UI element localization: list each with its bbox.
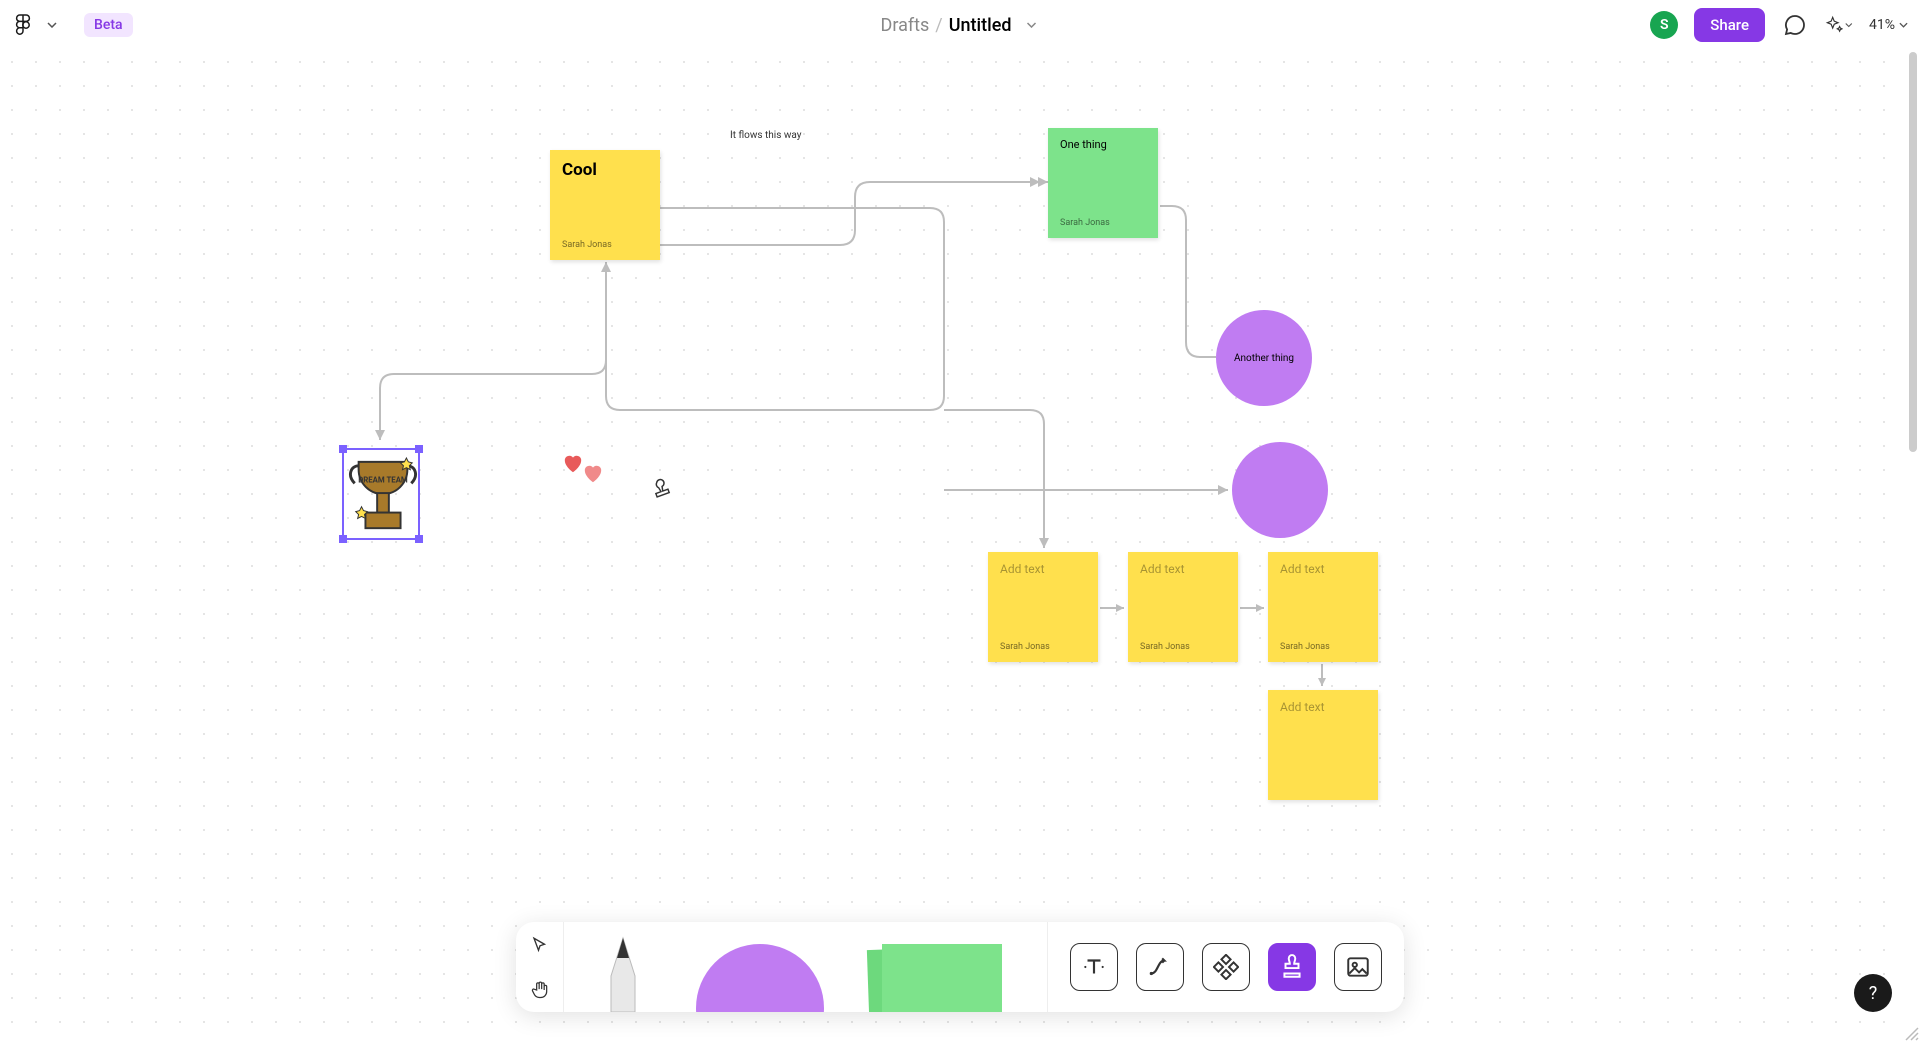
sticky-placeholder: Add text — [1280, 700, 1366, 714]
stamp-tool[interactable] — [1268, 943, 1316, 991]
sticky-author: Sarah Jonas — [1000, 642, 1086, 652]
avatar[interactable]: S — [1650, 11, 1678, 39]
vertical-scrollbar[interactable] — [1908, 52, 1918, 1040]
sticky-title: Cool — [562, 160, 648, 180]
resize-grip-icon[interactable] — [1902, 1024, 1920, 1042]
text-tool[interactable] — [1070, 943, 1118, 991]
stamp-trophy[interactable]: DREAM TEAM — [342, 448, 420, 540]
selection-handle[interactable] — [415, 535, 423, 543]
main-menu-chevron[interactable] — [44, 17, 60, 33]
canvas[interactable]: It flows this way Cool Sarah Jonas One t — [0, 50, 1906, 1042]
shape-tool[interactable] — [690, 936, 830, 1012]
toolbar-actions-section — [1048, 922, 1404, 1012]
zoom-control[interactable]: 41% — [1869, 17, 1908, 33]
shape-label: Another thing — [1234, 353, 1294, 364]
sticky-title: One thing — [1060, 138, 1146, 151]
hand-tool[interactable] — [516, 967, 563, 1012]
breadcrumb-separator: / — [935, 15, 942, 36]
header-left: Beta — [12, 13, 133, 37]
connector-label: It flows this way — [730, 129, 802, 141]
file-menu-chevron[interactable] — [1023, 17, 1039, 33]
figma-logo-icon[interactable] — [12, 14, 34, 36]
bottom-toolbar — [516, 922, 1404, 1012]
image-tool[interactable] — [1334, 943, 1382, 991]
file-name[interactable]: Untitled — [949, 15, 1012, 36]
stamp-heart[interactable] — [582, 464, 604, 488]
selection-handle[interactable] — [415, 445, 423, 453]
widgets-tool[interactable] — [1202, 943, 1250, 991]
svg-text:DREAM TEAM: DREAM TEAM — [358, 475, 408, 484]
select-tool[interactable] — [516, 922, 563, 967]
sticky-placeholder: Add text — [1280, 562, 1366, 576]
shape-another-thing[interactable]: Another thing — [1216, 310, 1312, 406]
share-button[interactable]: Share — [1694, 8, 1765, 42]
connector-tool[interactable] — [1136, 943, 1184, 991]
sticky-author: Sarah Jonas — [1140, 642, 1226, 652]
stamp-heart[interactable] — [562, 454, 584, 478]
scrollbar-thumb[interactable] — [1909, 52, 1917, 452]
header-right: S Share 41% — [1650, 8, 1908, 42]
sticky-onething[interactable]: One thing Sarah Jonas — [1048, 128, 1158, 238]
selection-handle[interactable] — [339, 445, 347, 453]
sticky-author: Sarah Jonas — [562, 240, 648, 250]
toolbar-shapes-section — [564, 922, 1048, 1012]
sticky-author: Sarah Jonas — [1280, 642, 1366, 652]
sticky-empty-c[interactable]: Add text Sarah Jonas — [1268, 552, 1378, 662]
sticky-author: Sarah Jonas — [1060, 218, 1146, 228]
sticky-placeholder: Add text — [1000, 562, 1086, 576]
sticky-empty-a[interactable]: Add text Sarah Jonas — [988, 552, 1098, 662]
selection-handle[interactable] — [339, 535, 347, 543]
breadcrumb-drafts[interactable]: Drafts — [881, 15, 930, 36]
sticky-tool[interactable] — [868, 936, 1018, 1012]
beta-badge: Beta — [84, 13, 133, 37]
stamp-cursor-icon — [652, 478, 674, 500]
sticky-placeholder: Add text — [1140, 562, 1226, 576]
toolbar-pointer-section — [516, 922, 564, 1012]
comment-icon[interactable] — [1781, 11, 1809, 39]
sticky-empty-d[interactable]: Add text — [1268, 690, 1378, 800]
app-header: Beta Drafts / Untitled S Share 41% — [0, 0, 1920, 50]
zoom-value: 41% — [1869, 17, 1895, 33]
marker-tool[interactable] — [593, 932, 653, 1012]
shape-circle-blank[interactable] — [1232, 442, 1328, 538]
connectors-layer: It flows this way — [0, 50, 1906, 1042]
sticky-empty-b[interactable]: Add text Sarah Jonas — [1128, 552, 1238, 662]
sticky-cool[interactable]: Cool Sarah Jonas — [550, 150, 660, 260]
help-button[interactable]: ? — [1854, 974, 1892, 1012]
ai-sparkle-icon[interactable] — [1825, 11, 1853, 39]
file-title-breadcrumb[interactable]: Drafts / Untitled — [881, 15, 1040, 36]
